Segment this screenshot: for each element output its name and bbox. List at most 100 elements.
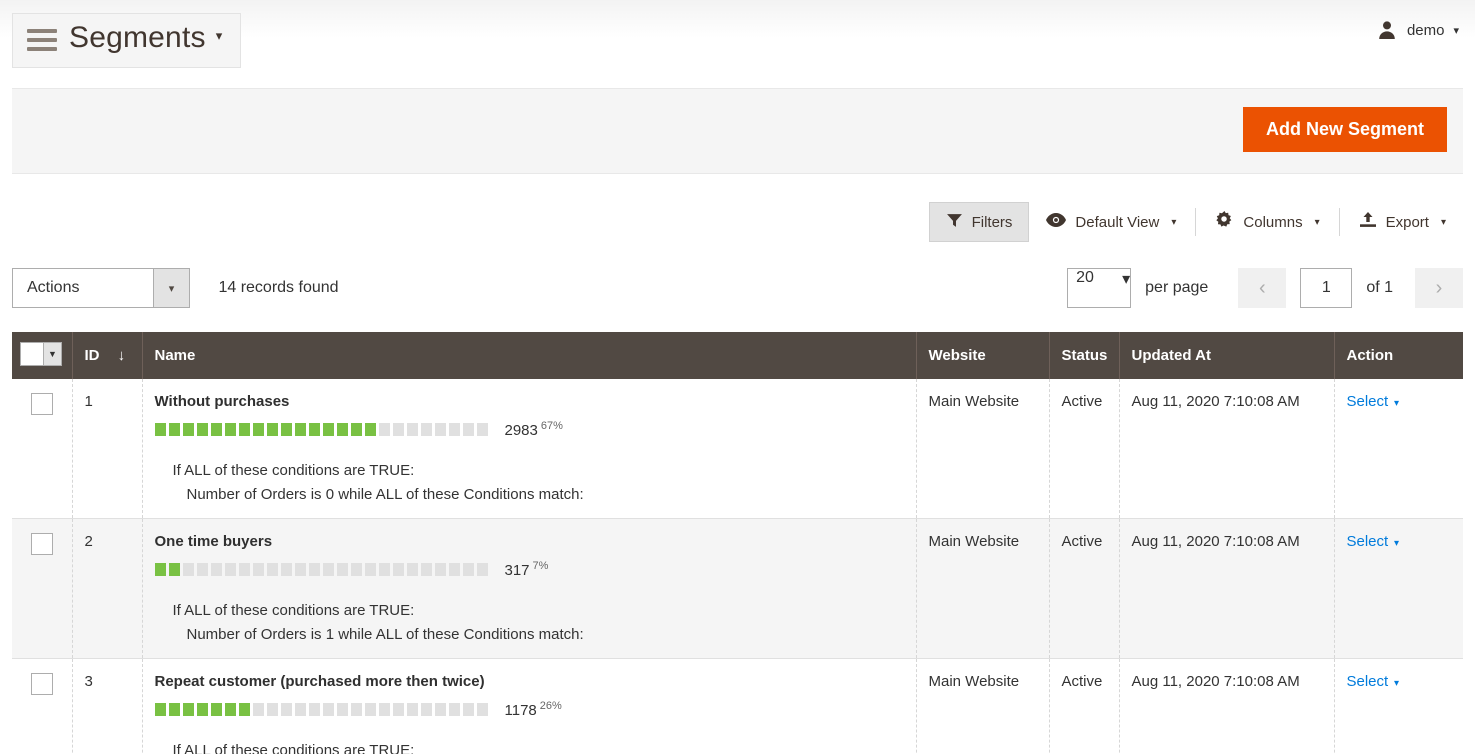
export-label: Export (1385, 213, 1429, 231)
progress-block (462, 703, 474, 716)
row-checkbox[interactable] (30, 673, 53, 695)
filters-label: Filters (971, 213, 1013, 231)
progress-block (336, 703, 348, 716)
cell-action[interactable]: Select ▾ (1334, 658, 1463, 754)
user-avatar-icon (1377, 20, 1397, 40)
progress-block (420, 703, 432, 716)
progress-block (448, 703, 460, 716)
column-header-checkbox[interactable]: ▼ (12, 332, 73, 379)
progress-block (168, 703, 180, 716)
user-menu[interactable]: demo ▾ (1377, 20, 1459, 40)
progress-block (154, 563, 166, 576)
mass-actions-select[interactable]: Actions ▾ (12, 268, 190, 308)
next-page-button[interactable]: › (1415, 268, 1463, 308)
chevron-down-icon[interactable]: ▾ (153, 269, 189, 307)
table-row[interactable]: 2 One time buyers 317 7% If ALL of these con… (12, 518, 1463, 659)
progress-block (308, 423, 320, 436)
progress-block (294, 423, 306, 436)
add-new-segment-button[interactable]: Add New Segment (1242, 107, 1447, 152)
columns-label: Columns (1243, 213, 1303, 231)
segment-progress: 317 7% (154, 560, 904, 579)
segment-count: 2983 67% (504, 420, 563, 439)
cell-id: 1 (72, 379, 143, 519)
columns-button[interactable]: Columns ▾ (1198, 202, 1336, 242)
progress-block (252, 703, 264, 716)
cell-action[interactable]: Select ▾ (1334, 379, 1463, 519)
chevron-down-icon[interactable]: ▼ (43, 343, 61, 365)
segment-percent: 26% (539, 700, 562, 712)
upload-icon (1359, 211, 1377, 233)
column-header-updated-at[interactable]: Updated At (1119, 332, 1335, 379)
previous-page-button[interactable]: ‹ (1238, 268, 1287, 308)
chevron-down-icon[interactable]: ▾ (1391, 398, 1399, 409)
progress-block (406, 563, 418, 576)
column-header-status[interactable]: Status (1049, 332, 1120, 379)
segment-percent: 67% (540, 420, 563, 432)
default-view-button[interactable]: Default View ▾ (1029, 202, 1193, 242)
row-checkbox-cell[interactable] (12, 379, 73, 519)
progress-block (196, 563, 208, 576)
export-button[interactable]: Export ▾ (1342, 202, 1463, 242)
chevron-down-icon[interactable]: ▾ (1391, 678, 1399, 689)
cell-id: 3 (72, 658, 143, 754)
chevron-down-icon[interactable]: ▾ (1391, 538, 1399, 549)
sort-descending-icon: ↓ (117, 347, 126, 364)
user-name: demo (1406, 21, 1445, 39)
progress-block (406, 703, 418, 716)
row-checkbox[interactable] (30, 393, 53, 415)
progress-block (182, 423, 194, 436)
progress-block (308, 563, 320, 576)
row-select-link[interactable]: Select ▾ (1347, 393, 1400, 410)
column-header-name[interactable]: Name (142, 332, 917, 379)
progress-block (238, 703, 250, 716)
row-select-link[interactable]: Select ▾ (1347, 673, 1400, 690)
row-select-link[interactable]: Select ▾ (1347, 533, 1400, 550)
progress-block (294, 703, 306, 716)
condition-line-2: Number of Orders is 1 while ALL of these… (186, 625, 584, 643)
checkbox-box[interactable] (21, 343, 43, 365)
segment-progress: 2983 67% (154, 420, 904, 439)
condition-line-1: If ALL of these conditions are TRUE: (172, 602, 415, 619)
select-all-checkbox[interactable]: ▼ (20, 342, 62, 366)
cell-name: Repeat customer (purchased more then twi… (142, 658, 917, 754)
progress-block (210, 563, 222, 576)
mass-actions-label: Actions (27, 279, 80, 296)
table-row[interactable]: 3 Repeat customer (purchased more then tw… (12, 658, 1463, 754)
chevron-down-icon[interactable]: ▾ (216, 28, 223, 44)
table-row[interactable]: 1 Without purchases 2983 67% If ALL of these… (12, 379, 1463, 519)
page-number-input[interactable] (1300, 268, 1353, 308)
progress-block (238, 423, 250, 436)
progress-block (462, 563, 474, 576)
column-header-id[interactable]: ID ↓ (72, 332, 143, 379)
chevron-down-icon: ▾ (1314, 216, 1320, 228)
progress-bar (154, 563, 488, 576)
progress-block (336, 563, 348, 576)
eye-icon (1046, 212, 1067, 232)
cell-website: Main Website (916, 379, 1050, 519)
chevron-down-icon[interactable]: ▾ (1122, 269, 1130, 307)
progress-block (378, 423, 390, 436)
table-header-row: ▼ ID ↓ Name Website Status Updated At Ac… (12, 332, 1463, 379)
row-checkbox[interactable] (30, 533, 53, 555)
segment-conditions: If ALL of these conditions are TRUE: Numb… (155, 461, 904, 504)
row-checkbox-cell[interactable] (12, 658, 73, 754)
page-title-block[interactable]: Segments ▾ (12, 13, 242, 68)
progress-block (476, 563, 488, 576)
progress-block (350, 423, 362, 436)
segment-count: 317 7% (504, 560, 549, 579)
row-checkbox-cell[interactable] (12, 518, 73, 659)
filters-button[interactable]: Filters (928, 202, 1030, 242)
chevron-down-icon[interactable]: ▾ (1453, 24, 1459, 37)
page-header: Segments ▾ demo ▾ (0, 0, 1475, 70)
cell-website: Main Website (916, 658, 1050, 754)
progress-block (336, 423, 348, 436)
progress-block (266, 703, 278, 716)
column-header-website[interactable]: Website (916, 332, 1050, 379)
hamburger-icon[interactable] (27, 24, 57, 56)
progress-block (280, 563, 292, 576)
progress-block (238, 563, 250, 576)
column-header-id-label: ID (84, 347, 100, 364)
column-header-action: Action (1334, 332, 1463, 379)
per-page-select[interactable]: 20 ▾ (1067, 268, 1132, 308)
cell-action[interactable]: Select ▾ (1334, 518, 1463, 659)
